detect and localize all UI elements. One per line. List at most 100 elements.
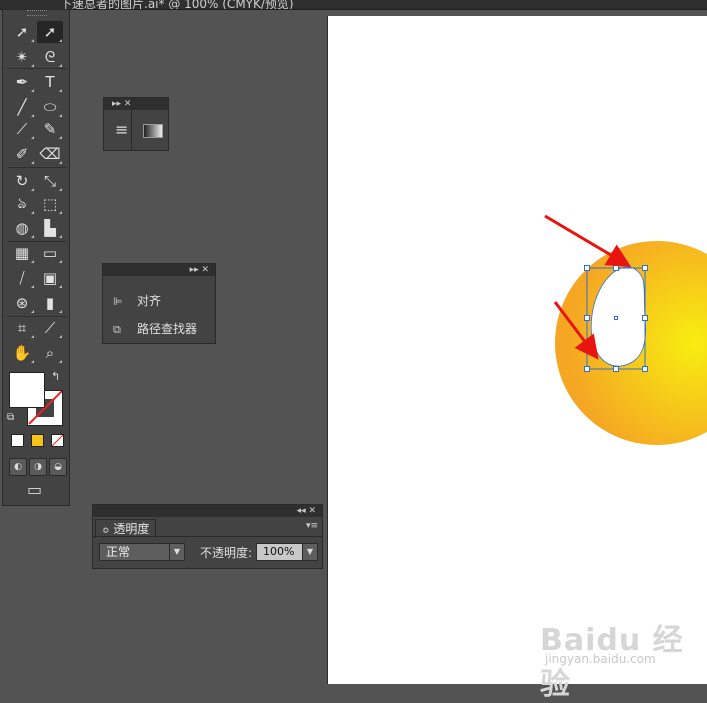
perspective-grid-tool[interactable]: ▙ xyxy=(37,217,63,239)
selection-tool[interactable]: ➚ xyxy=(9,21,35,43)
mesh-icon: ▦ xyxy=(14,244,30,262)
panel-grip[interactable] xyxy=(27,10,47,16)
symbol-sprayer-tool[interactable]: ⊛ xyxy=(9,292,35,314)
mesh-tool[interactable]: ▦ xyxy=(9,242,35,264)
draw-normal-button[interactable]: ◐ xyxy=(9,458,27,476)
gradient-tool[interactable]: ▭ xyxy=(37,242,63,264)
warp-icon: ঌ xyxy=(17,193,27,212)
pathfinder-label: 路径查找器 xyxy=(137,322,198,336)
panel-controls[interactable]: ▸▸ ✕ xyxy=(190,264,209,276)
scale-tool[interactable]: ⤡ xyxy=(37,170,63,192)
default-colors-icon[interactable]: ⧉ xyxy=(7,412,14,423)
hand-tool[interactable]: ✋ xyxy=(9,342,35,364)
panel-header[interactable]: ▸▸ ✕ xyxy=(104,98,168,110)
artboard-tool[interactable]: ⌗ xyxy=(9,317,35,339)
perspective-grid-icon: ▙ xyxy=(44,219,56,237)
zoom-tool[interactable]: ⌕ xyxy=(37,342,63,364)
eraser-icon: ⌫ xyxy=(39,145,61,163)
tool-flyout-indicator xyxy=(31,335,34,338)
pathfinder-item[interactable]: ⧉ 路径查找器 xyxy=(113,320,197,337)
type-tool[interactable]: T xyxy=(37,71,63,93)
panel-header[interactable]: ▸▸ ✕ xyxy=(103,264,215,276)
draw-inside-button[interactable]: ◒ xyxy=(49,458,67,476)
fill-swatch[interactable] xyxy=(9,372,45,408)
document-tab-title[interactable]: 下速总者的图片.ai* @ 100% (CMYK/预览) xyxy=(60,0,294,9)
none-slash xyxy=(52,435,63,446)
menu-icon[interactable]: ≡ xyxy=(115,120,128,139)
swap-colors-icon[interactable]: ↰ xyxy=(51,370,60,383)
eraser-tool[interactable]: ⌫ xyxy=(37,143,63,165)
panel-controls[interactable]: ◂◂ ✕ xyxy=(297,505,316,517)
selection-icon: ➚ xyxy=(15,23,29,41)
tool-flyout-indicator xyxy=(59,114,62,117)
tool-flyout-indicator xyxy=(59,39,62,42)
draw-behind-button[interactable]: ◑ xyxy=(29,458,47,476)
eyedropper-tool[interactable]: ⧸ xyxy=(9,267,35,289)
color-mode-button[interactable] xyxy=(11,434,24,447)
tool-flyout-indicator xyxy=(59,285,62,288)
gradient-icon[interactable] xyxy=(143,124,163,138)
tool-divider xyxy=(7,316,67,317)
rotate-tool[interactable]: ↻ xyxy=(9,170,35,192)
type-icon: T xyxy=(45,73,55,91)
tools-panel: ➚ ➚ ✴ ᘓ ✒ T ╱ ⬭ ⟋ ✎ ✐ ⌫ ↻ ⤡ ঌ ⬚ ◍ ▙ ▦ ▭ ⧸ ▣ ⊛ ▮ ⌗ ⟋ ✋ ⌕ ↰ ⧉ ◐ ◑ ◒ ▭ xyxy=(2,9,70,506)
tool-flyout-indicator xyxy=(31,89,34,92)
tool-flyout-indicator xyxy=(59,360,62,363)
panel-header[interactable]: ◂◂ ✕ xyxy=(93,505,322,517)
column-graph-icon: ▮ xyxy=(45,294,55,312)
warp-tool[interactable]: ঌ xyxy=(9,193,35,215)
shape-builder-tool[interactable]: ◍ xyxy=(9,217,35,239)
direct-selection-tool[interactable]: ➚ xyxy=(37,21,63,43)
tab-strip-line xyxy=(93,536,322,537)
panel-controls[interactable]: ▸▸ ✕ xyxy=(112,98,131,110)
panel-menu-icon[interactable]: ▾≡ xyxy=(306,521,318,531)
tool-flyout-indicator xyxy=(31,285,34,288)
blend-mode-select[interactable]: 正常 ▼ xyxy=(99,543,185,561)
gradient-mode-button[interactable] xyxy=(31,434,44,447)
align-item[interactable]: ⊫ 对齐 xyxy=(113,292,161,309)
line-icon: ╱ xyxy=(17,98,27,116)
ellipse-tool[interactable]: ⬭ xyxy=(37,96,63,118)
tool-flyout-indicator xyxy=(31,39,34,42)
tool-flyout-indicator xyxy=(31,260,34,263)
gradient-icon: ▭ xyxy=(42,244,58,262)
line-tool[interactable]: ╱ xyxy=(9,96,35,118)
rotate-icon: ↻ xyxy=(15,172,29,190)
screen-mode-icon[interactable]: ▭ xyxy=(27,480,42,499)
pen-tool[interactable]: ✒ xyxy=(9,71,35,93)
chevron-down-icon: ▼ xyxy=(169,544,184,560)
tool-divider xyxy=(7,241,67,242)
none-mode-button[interactable] xyxy=(51,434,64,447)
tool-flyout-indicator xyxy=(59,260,62,263)
paintbrush-icon: ⟋ xyxy=(16,120,28,138)
blend-tool[interactable]: ▣ xyxy=(37,267,63,289)
tool-flyout-indicator xyxy=(59,188,62,191)
direct-selection-icon: ➚ xyxy=(43,23,57,41)
paintbrush-tool[interactable]: ⟋ xyxy=(9,118,35,140)
magic-wand-tool[interactable]: ✴ xyxy=(9,46,35,68)
pencil-tool[interactable]: ✎ xyxy=(37,118,63,140)
blob-brush-tool[interactable]: ✐ xyxy=(9,143,35,165)
tool-flyout-indicator xyxy=(31,64,34,67)
tab-toggle-icon: ≎ xyxy=(102,526,110,536)
slice-tool[interactable]: ⟋ xyxy=(37,317,63,339)
lasso-tool[interactable]: ᘓ xyxy=(37,46,63,68)
artboard[interactable] xyxy=(327,16,707,684)
tool-divider xyxy=(7,167,67,168)
column-graph-tool[interactable]: ▮ xyxy=(37,292,63,314)
tool-flyout-indicator xyxy=(59,235,62,238)
opacity-value: 100% xyxy=(263,545,295,558)
scale-icon: ⤡ xyxy=(43,172,56,190)
chevron-down-icon[interactable]: ▼ xyxy=(302,544,317,560)
opacity-label: 不透明度: xyxy=(200,546,253,560)
tool-flyout-indicator xyxy=(31,114,34,117)
opacity-input[interactable]: 100% ▼ xyxy=(256,543,318,561)
transparency-panel: ◂◂ ✕ ≎ 透明度 ▾≡ 正常 ▼ 不透明度: 100% ▼ xyxy=(92,504,323,569)
tab-label: 透明度 xyxy=(113,522,150,536)
free-transform-tool[interactable]: ⬚ xyxy=(37,193,63,215)
align-pathfinder-panel: ▸▸ ✕ ⊫ 对齐 ⧉ 路径查找器 xyxy=(102,263,216,344)
ellipse-icon: ⬭ xyxy=(43,98,57,116)
hand-icon: ✋ xyxy=(12,344,32,362)
magic-wand-icon: ✴ xyxy=(15,48,29,66)
tool-flyout-indicator xyxy=(31,235,34,238)
